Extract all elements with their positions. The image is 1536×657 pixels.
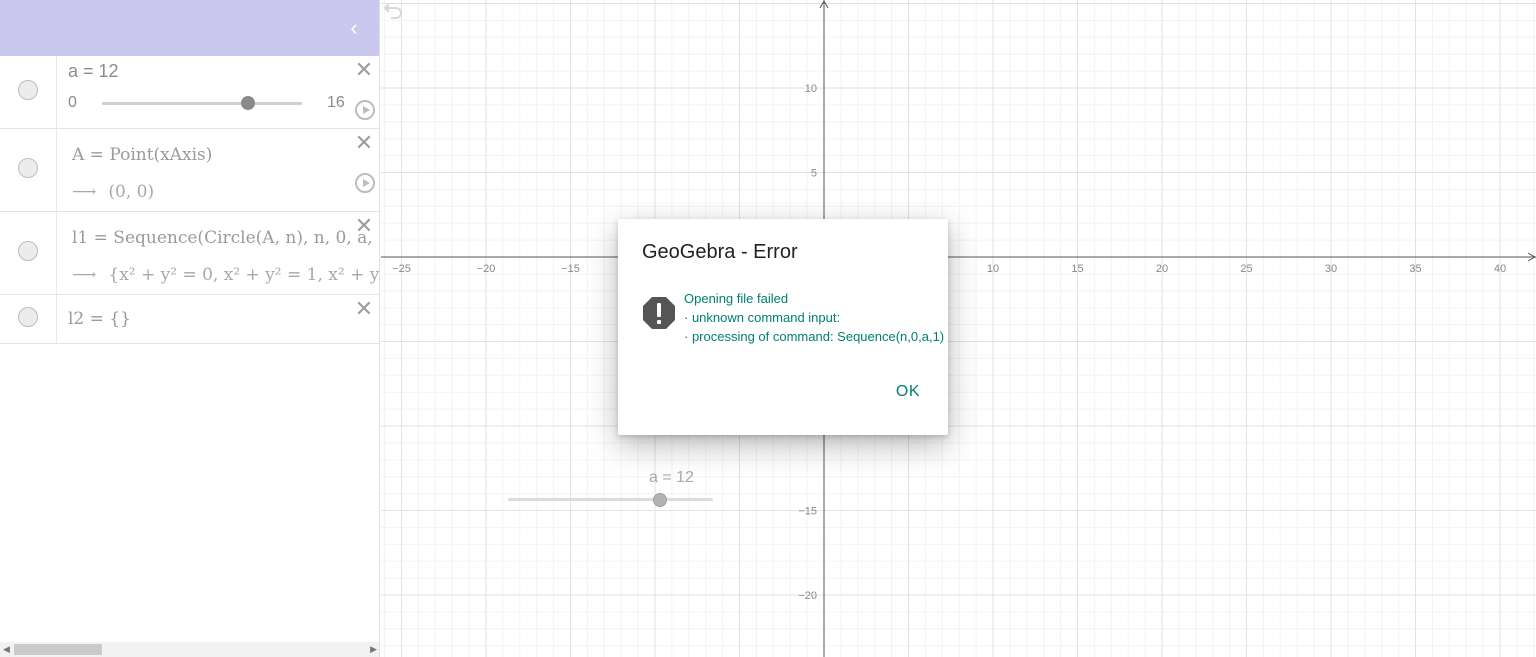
- slider-min: 0: [68, 94, 77, 111]
- error-message: Opening file failed · unknown command in…: [684, 289, 946, 346]
- play-icon[interactable]: [355, 100, 375, 120]
- visibility-toggle[interactable]: [18, 307, 38, 327]
- close-icon[interactable]: ✕: [354, 132, 374, 154]
- slider-max: 16: [327, 94, 345, 111]
- y-tick-label: 5: [811, 168, 817, 180]
- horizontal-scrollbar[interactable]: ◀ ▶: [0, 642, 379, 657]
- x-tick-label: −25: [392, 263, 411, 275]
- graphics-slider-track[interactable]: [508, 498, 713, 501]
- x-tick-label: 10: [987, 263, 999, 275]
- visibility-toggle[interactable]: [18, 241, 38, 261]
- algebra-row-a[interactable]: a = 12 ✕ 0 16: [0, 56, 379, 129]
- output-row: ⟶ (0, 0): [72, 182, 154, 202]
- x-tick-label: 30: [1325, 263, 1337, 275]
- y-tick-label: −20: [798, 590, 817, 602]
- scroll-right-icon[interactable]: ▶: [370, 642, 377, 657]
- output-text: (0, 0): [108, 182, 155, 202]
- arrow-icon: ⟶: [72, 265, 97, 285]
- x-tick-label: −15: [561, 263, 580, 275]
- error-octagon-icon: [643, 297, 675, 329]
- algebra-row-A[interactable]: A = Point(xAxis) ✕ ⟶ (0, 0): [0, 129, 379, 212]
- coordinate-grid: −25 −20 −15 10 15 20 25 30 35 40 10 5 −15 −20: [381, 0, 1536, 657]
- algebra-row-l2[interactable]: l2 = {} ✕: [0, 295, 379, 344]
- visibility-toggle[interactable]: [18, 158, 38, 178]
- graphics-view[interactable]: −25 −20 −15 10 15 20 25 30 35 40 10 5 −15 −20 a = 12: [381, 0, 1536, 657]
- message-line: · unknown command input:: [684, 310, 841, 325]
- close-icon[interactable]: ✕: [354, 298, 374, 320]
- play-icon[interactable]: [355, 173, 375, 193]
- algebra-row-l1[interactable]: l1 = Sequence(Circle(A, n), n, 0, a, 1) …: [0, 212, 380, 295]
- error-dialog: GeoGebra - Error Opening file failed · u…: [618, 219, 948, 435]
- close-icon[interactable]: ✕: [354, 215, 374, 237]
- x-tick-label: −20: [477, 263, 496, 275]
- dialog-title: GeoGebra - Error: [642, 241, 798, 263]
- definition-text[interactable]: A = Point(xAxis): [72, 145, 212, 165]
- x-tick-label: 15: [1071, 263, 1083, 275]
- y-tick-label: −15: [798, 506, 817, 518]
- definition-text[interactable]: a = 12: [68, 61, 119, 82]
- x-tick-label: 20: [1156, 263, 1168, 275]
- y-tick-label: 10: [805, 83, 817, 95]
- algebra-header: ‹: [0, 0, 379, 56]
- x-tick-label: 25: [1240, 263, 1252, 275]
- x-tick-label: 40: [1494, 263, 1506, 275]
- algebra-slider-thumb[interactable]: [241, 96, 255, 110]
- undo-icon[interactable]: [381, 0, 405, 20]
- graphics-slider-label[interactable]: a = 12: [649, 469, 694, 487]
- graphics-slider-thumb[interactable]: [653, 493, 667, 507]
- visibility-toggle[interactable]: [18, 80, 38, 100]
- arrow-icon: ⟶: [72, 182, 97, 202]
- ok-button[interactable]: OK: [896, 383, 920, 401]
- definition-text[interactable]: l1 = Sequence(Circle(A, n), n, 0, a, 1): [72, 228, 379, 248]
- algebra-panel: ‹ a = 12 ✕ 0 16 A = Point(xAxis) ✕ ⟶ (0, …: [0, 0, 380, 657]
- close-icon[interactable]: ✕: [354, 59, 374, 81]
- algebra-slider-track[interactable]: [102, 102, 302, 105]
- output-text: {x² + y² = 0, x² + y² = 1, x² + y² =: [108, 265, 380, 285]
- geogebra-app: ‹ a = 12 ✕ 0 16 A = Point(xAxis) ✕ ⟶ (0, …: [0, 0, 1536, 657]
- scroll-left-icon[interactable]: ◀: [3, 642, 10, 657]
- definition-text[interactable]: l2 = {}: [68, 309, 131, 329]
- output-row: ⟶ {x² + y² = 0, x² + y² = 1, x² + y² =: [72, 265, 380, 285]
- chevron-left-icon[interactable]: ‹: [342, 16, 366, 40]
- message-line: Opening file failed: [684, 291, 789, 306]
- scrollbar-thumb[interactable]: [14, 644, 102, 655]
- x-tick-label: 35: [1409, 263, 1421, 275]
- message-line: · processing of command: Sequence(n,0,a,…: [684, 329, 945, 344]
